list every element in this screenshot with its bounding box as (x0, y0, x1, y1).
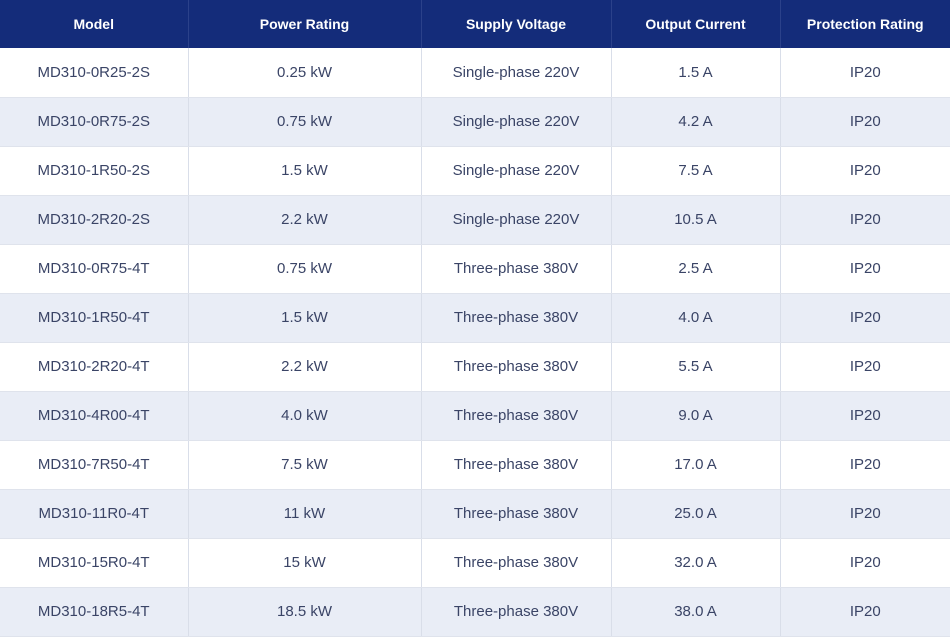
cell-model: MD310-18R5-4T (0, 587, 189, 637)
cell-output-current: 10.5 A (611, 195, 781, 245)
table-row: MD310-0R25-2S 0.25 kW Single-phase 220V … (0, 48, 950, 98)
column-header-power-rating: Power Rating (188, 0, 422, 48)
cell-model: MD310-4R00-4T (0, 391, 189, 441)
cell-model: MD310-11R0-4T (0, 489, 189, 539)
table-row: MD310-1R50-2S 1.5 kW Single-phase 220V 7… (0, 146, 950, 196)
cell-supply-voltage: Three-phase 380V (421, 391, 612, 441)
cell-protection-rating: IP20 (780, 538, 950, 588)
table-row: MD310-2R20-2S 2.2 kW Single-phase 220V 1… (0, 195, 950, 245)
cell-model: MD310-7R50-4T (0, 440, 189, 490)
cell-output-current: 4.0 A (611, 293, 781, 343)
cell-output-current: 4.2 A (611, 97, 781, 147)
cell-supply-voltage: Single-phase 220V (421, 146, 612, 196)
column-header-model: Model (0, 0, 189, 48)
header-row: Model Power Rating Supply Voltage Output… (0, 0, 950, 48)
cell-protection-rating: IP20 (780, 48, 950, 98)
cell-model: MD310-0R75-4T (0, 244, 189, 294)
cell-model: MD310-2R20-4T (0, 342, 189, 392)
cell-power-rating: 0.25 kW (188, 48, 422, 98)
cell-supply-voltage: Three-phase 380V (421, 244, 612, 294)
cell-output-current: 7.5 A (611, 146, 781, 196)
cell-protection-rating: IP20 (780, 195, 950, 245)
cell-output-current: 1.5 A (611, 48, 781, 98)
table-body: MD310-0R25-2S 0.25 kW Single-phase 220V … (0, 48, 950, 637)
cell-power-rating: 7.5 kW (188, 440, 422, 490)
cell-output-current: 38.0 A (611, 587, 781, 637)
cell-model: MD310-2R20-2S (0, 195, 189, 245)
cell-output-current: 9.0 A (611, 391, 781, 441)
cell-supply-voltage: Three-phase 380V (421, 342, 612, 392)
cell-power-rating: 1.5 kW (188, 146, 422, 196)
cell-model: MD310-1R50-4T (0, 293, 189, 343)
column-header-output-current: Output Current (611, 0, 781, 48)
table-row: MD310-4R00-4T 4.0 kW Three-phase 380V 9.… (0, 391, 950, 441)
cell-protection-rating: IP20 (780, 146, 950, 196)
cell-output-current: 2.5 A (611, 244, 781, 294)
table-row: MD310-2R20-4T 2.2 kW Three-phase 380V 5.… (0, 342, 950, 392)
cell-power-rating: 4.0 kW (188, 391, 422, 441)
cell-power-rating: 11 kW (188, 489, 422, 539)
cell-supply-voltage: Three-phase 380V (421, 440, 612, 490)
cell-model: MD310-15R0-4T (0, 538, 189, 588)
cell-power-rating: 18.5 kW (188, 587, 422, 637)
cell-output-current: 5.5 A (611, 342, 781, 392)
table-row: MD310-11R0-4T 11 kW Three-phase 380V 25.… (0, 489, 950, 539)
cell-protection-rating: IP20 (780, 391, 950, 441)
column-header-protection-rating: Protection Rating (806, 16, 924, 32)
cell-protection-rating: IP20 (780, 489, 950, 539)
table-row: MD310-15R0-4T 15 kW Three-phase 380V 32.… (0, 538, 950, 588)
cell-protection-rating: IP20 (780, 587, 950, 637)
table-row: MD310-0R75-2S 0.75 kW Single-phase 220V … (0, 97, 950, 147)
cell-output-current: 25.0 A (611, 489, 781, 539)
table-row: MD310-18R5-4T 18.5 kW Three-phase 380V 3… (0, 587, 950, 637)
cell-protection-rating: IP20 (780, 440, 950, 490)
cell-model: MD310-0R75-2S (0, 97, 189, 147)
cell-protection-rating: IP20 (780, 97, 950, 147)
cell-power-rating: 2.2 kW (188, 342, 422, 392)
spec-table: Model Power Rating Supply Voltage Output… (0, 0, 950, 637)
cell-protection-rating: IP20 (780, 293, 950, 343)
cell-supply-voltage: Three-phase 380V (421, 587, 612, 637)
cell-supply-voltage: Single-phase 220V (421, 195, 612, 245)
cell-supply-voltage: Three-phase 380V (421, 293, 612, 343)
cell-power-rating: 0.75 kW (188, 97, 422, 147)
cell-supply-voltage: Single-phase 220V (421, 97, 612, 147)
cell-power-rating: 2.2 kW (188, 195, 422, 245)
cell-supply-voltage: Single-phase 220V (421, 48, 612, 98)
cell-model: MD310-0R25-2S (0, 48, 189, 98)
cell-power-rating: 0.75 kW (188, 244, 422, 294)
cell-model: MD310-1R50-2S (0, 146, 189, 196)
cell-power-rating: 15 kW (188, 538, 422, 588)
table-header: Model Power Rating Supply Voltage Output… (0, 0, 950, 48)
cell-protection-rating: IP20 (780, 244, 950, 294)
cell-output-current: 17.0 A (611, 440, 781, 490)
table-row: MD310-1R50-4T 1.5 kW Three-phase 380V 4.… (0, 293, 950, 343)
table-row: MD310-0R75-4T 0.75 kW Three-phase 380V 2… (0, 244, 950, 294)
cell-supply-voltage: Three-phase 380V (421, 489, 612, 539)
cell-supply-voltage: Three-phase 380V (421, 538, 612, 588)
table-row: MD310-7R50-4T 7.5 kW Three-phase 380V 17… (0, 440, 950, 490)
cell-protection-rating: IP20 (780, 342, 950, 392)
column-header-supply-voltage: Supply Voltage (421, 0, 612, 48)
cell-power-rating: 1.5 kW (188, 293, 422, 343)
cell-output-current: 32.0 A (611, 538, 781, 588)
